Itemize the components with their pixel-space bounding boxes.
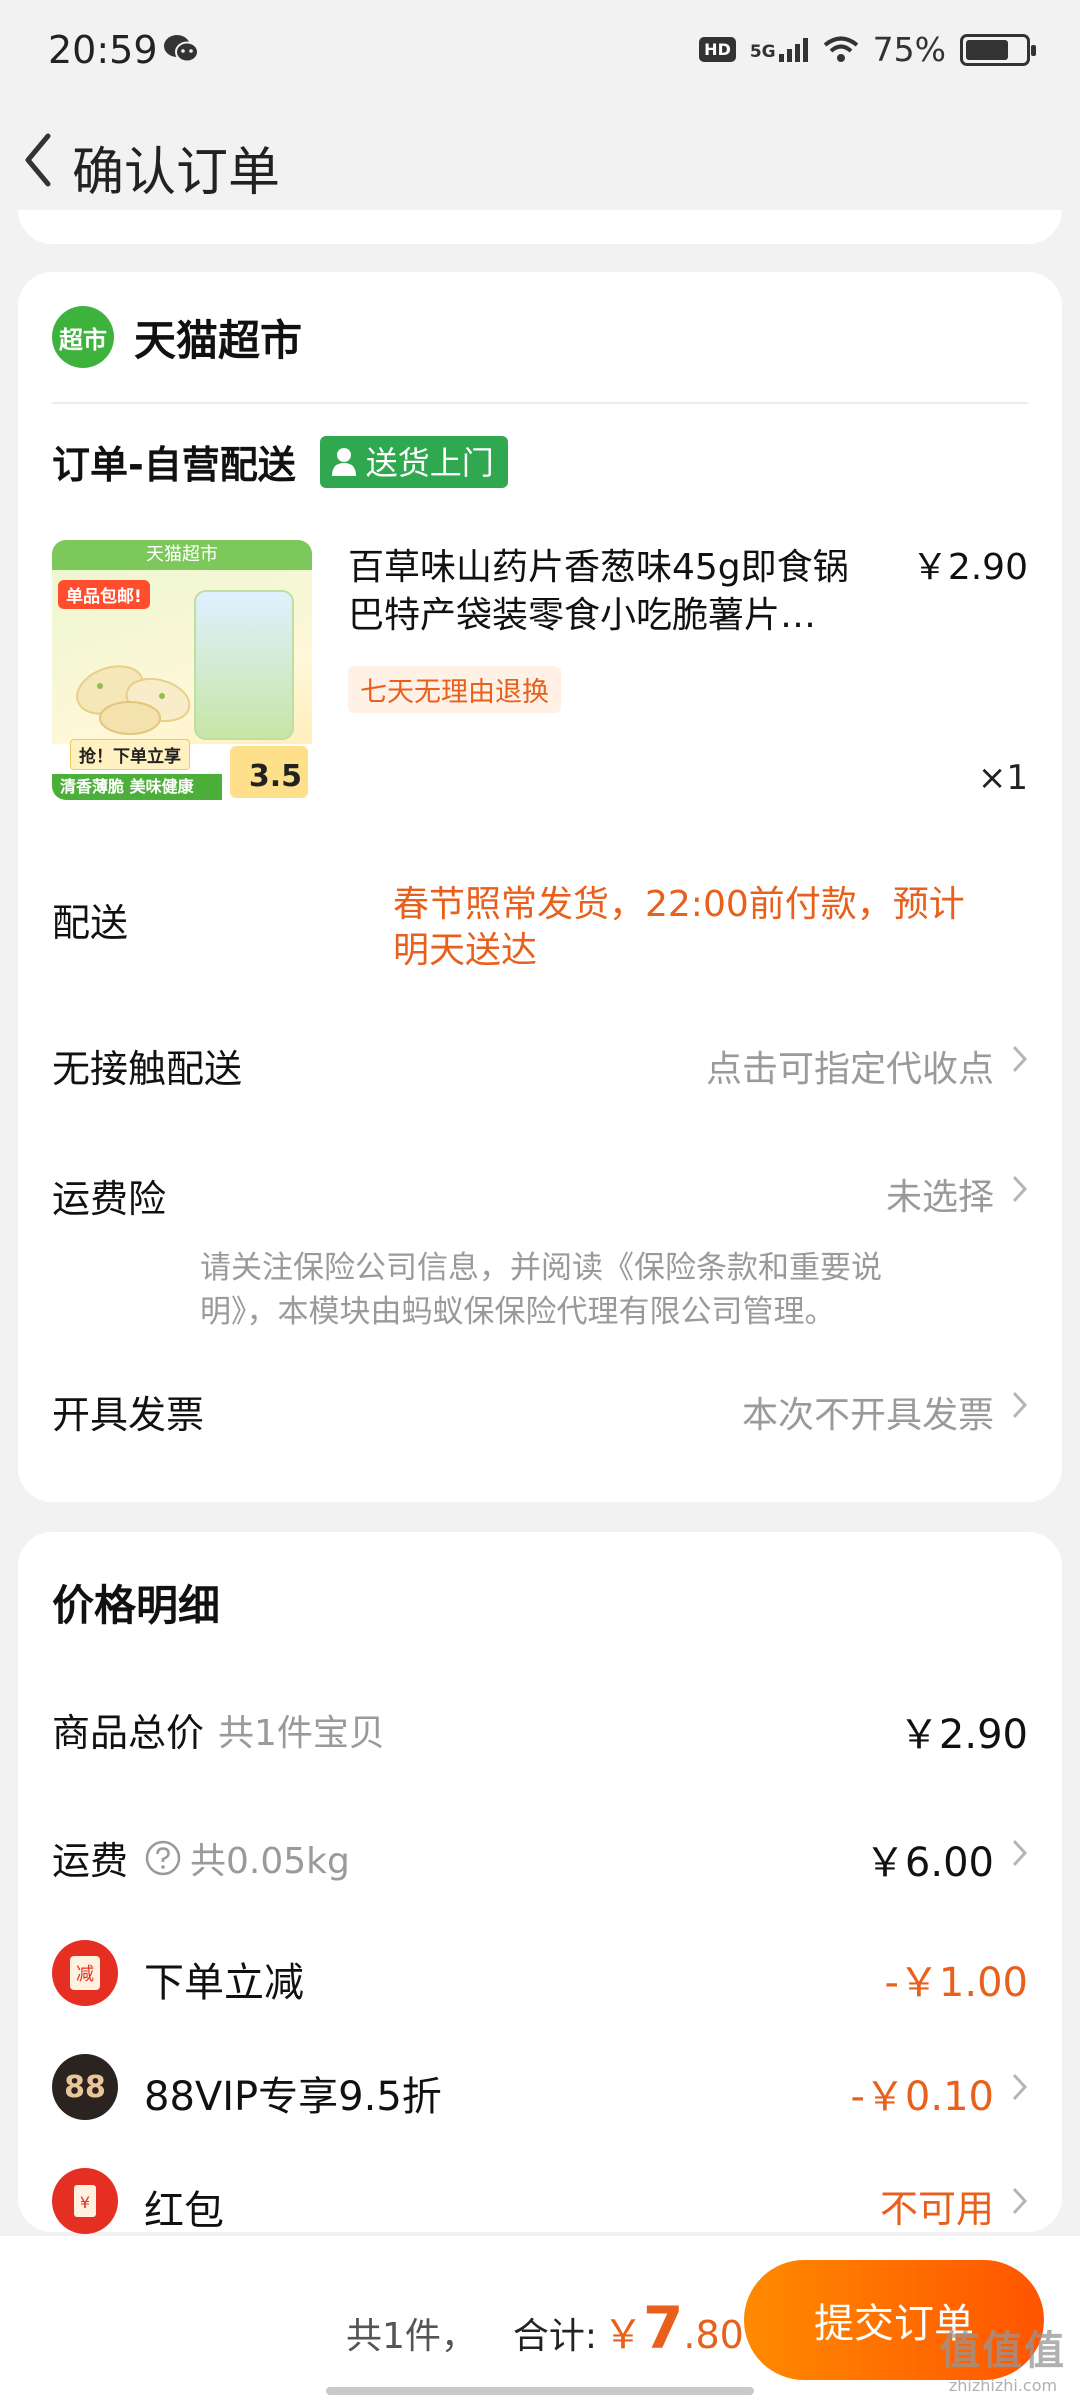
red-packet-label: 红包 bbox=[144, 2188, 224, 2234]
divider bbox=[52, 402, 1028, 404]
image-price: 3.5 bbox=[230, 746, 308, 798]
help-icon[interactable] bbox=[144, 1839, 182, 1877]
freight-weight: 共0.05kg bbox=[190, 1840, 350, 1882]
insurance-note: 请关注保险公司信息，并阅读《保险条款和重要说 明》，本模块由蚂蚁保保险代理有限公… bbox=[200, 1246, 1020, 1334]
product-title-line2: 巴特产袋装零食小吃脆薯片… bbox=[348, 595, 817, 636]
signal-icon bbox=[778, 37, 808, 62]
network-type: 5G bbox=[749, 41, 776, 62]
red-packet-icon: ¥ bbox=[52, 2168, 118, 2234]
contactless-label: 无接触配送 bbox=[52, 1047, 243, 1091]
shipping-value: 春节照常发货，22:00前付款，预计 明天送达 bbox=[393, 882, 1033, 974]
contactless-value: 点击可指定代收点 bbox=[705, 1049, 994, 1090]
freight-value: ￥6.00 bbox=[864, 1840, 994, 1886]
previous-card-edge bbox=[18, 210, 1062, 244]
red-envelope-icon: ¥ bbox=[74, 2185, 96, 2217]
vip-discount-value: -￥0.10 bbox=[850, 2074, 995, 2120]
back-icon[interactable] bbox=[18, 128, 62, 192]
insurance-note-line2: 明》，本模块由蚂蚁保保险代理有限公司管理。 bbox=[200, 1294, 836, 1330]
page-title: 确认订单 bbox=[72, 143, 281, 203]
chevron-right-icon bbox=[1012, 1391, 1028, 1419]
watermark: 值值值 zhizhizhi.com bbox=[940, 2318, 1066, 2395]
coupon-icon: 减 bbox=[70, 1956, 100, 1990]
delivery-badge-label: 送货上门 bbox=[365, 443, 494, 482]
watermark-sub: zhizhizhi.com bbox=[948, 2376, 1058, 2395]
nav-bar: 确认订单 bbox=[0, 100, 1080, 220]
product-title[interactable]: 百草味山药片香葱味45g即食锅 巴特产袋装零食小吃脆薯片… bbox=[348, 544, 868, 640]
insurance-value: 未选择 bbox=[885, 1177, 994, 1218]
insurance-note-line1: 请关注保险公司信息，并阅读《保险条款和重要说 bbox=[200, 1250, 882, 1286]
delivery-badge: 送货上门 bbox=[319, 435, 508, 488]
summary-total-dec: .80 bbox=[683, 2313, 744, 2357]
discount-label: 下单立减 bbox=[144, 1960, 304, 2006]
product-image[interactable]: 天猫超市 单品包邮! 抢！下单立享 清香薄脆 美味健康 3.5 bbox=[52, 540, 312, 800]
insurance-label: 运费险 bbox=[52, 1177, 167, 1221]
freight-text: 运费 bbox=[52, 1839, 129, 1883]
home-indicator[interactable] bbox=[326, 2387, 754, 2395]
status-time: 20:59 bbox=[48, 28, 158, 72]
image-banner: 天猫超市 bbox=[52, 540, 312, 570]
chevron-right-icon bbox=[1012, 2187, 1028, 2215]
battery-fill bbox=[966, 39, 1008, 60]
store-logo: 超市 bbox=[52, 306, 114, 368]
wifi-icon bbox=[823, 36, 858, 62]
image-slogan: 清香薄脆 美味健康 bbox=[52, 774, 222, 800]
discount-icon-text: 减 bbox=[76, 1964, 94, 1985]
store-header[interactable]: 超市 天猫超市 bbox=[52, 306, 302, 368]
shipping-label: 配送 bbox=[52, 901, 129, 945]
status-indicators: HD 5G 75% bbox=[699, 30, 1036, 69]
goods-total-text: 商品总价 bbox=[52, 1711, 205, 1755]
invoice-label: 开具发票 bbox=[52, 1393, 205, 1437]
product-price: ￥2.90 bbox=[911, 547, 1028, 588]
bottom-action-bar: 共1件， 合计: ￥ 7 .80 提交订单 bbox=[0, 2236, 1080, 2400]
red-packet-icon-text: ¥ bbox=[80, 2193, 90, 2212]
chevron-right-icon bbox=[1012, 1175, 1028, 1203]
summary-currency: ￥ bbox=[603, 2312, 644, 2358]
chevron-right-icon bbox=[1012, 1839, 1028, 1867]
status-bar: 20:59 HD 5G 75% bbox=[0, 0, 1080, 100]
chevron-right-icon bbox=[1012, 1045, 1028, 1073]
freight-label: 运费 共0.05kg bbox=[52, 1830, 350, 1885]
hd-badge: HD bbox=[699, 37, 736, 62]
summary-total-int: 7 bbox=[643, 2294, 684, 2362]
image-cta: 抢！下单立享 bbox=[70, 739, 190, 770]
price-detail-card: 价格明细 商品总价 共1件宝贝 ￥2.90 运费 共0.05kg ￥6.00 减… bbox=[18, 1532, 1062, 2234]
return-policy-tag: 七天无理由退换 bbox=[348, 666, 561, 713]
vip-88-icon: 88 bbox=[52, 2054, 118, 2120]
quantity: ×1 bbox=[977, 758, 1028, 798]
goods-count: 共1件宝贝 bbox=[218, 1712, 385, 1754]
discount-icon: 减 bbox=[52, 1940, 118, 2006]
order-type-row: 订单-自营配送 送货上门 bbox=[52, 434, 508, 489]
goods-total-label: 商品总价 共1件宝贝 bbox=[52, 1702, 385, 1757]
order-summary: 共1件， 合计: ￥ 7 .80 bbox=[346, 2294, 744, 2362]
chips-illustration bbox=[76, 665, 191, 735]
shipping-value-line2: 明天送达 bbox=[393, 930, 538, 971]
price-detail-title: 价格明细 bbox=[52, 1581, 221, 1630]
order-card: 超市 天猫超市 订单-自营配送 送货上门 天猫超市 单品包邮! 抢！下单立享 清… bbox=[18, 272, 1062, 1502]
goods-total-value: ￥2.90 bbox=[898, 1712, 1028, 1758]
vip-discount-label: 88VIP专享9.5折 bbox=[144, 2074, 442, 2120]
summary-count: 共1件， bbox=[346, 2316, 477, 2357]
signal-group: 5G bbox=[749, 37, 809, 62]
discount-value: -￥1.00 bbox=[884, 1960, 1029, 2006]
store-name: 天猫超市 bbox=[134, 315, 303, 365]
battery-percent: 75% bbox=[872, 30, 946, 69]
wechat-icon bbox=[164, 35, 199, 63]
person-icon bbox=[331, 447, 356, 476]
invoice-value: 本次不开具发票 bbox=[741, 1395, 994, 1436]
watermark-main: 值值值 bbox=[940, 2328, 1066, 2374]
chevron-right-icon bbox=[1012, 2073, 1028, 2101]
shipping-value-line1: 春节照常发货，22:00前付款，预计 bbox=[393, 884, 965, 925]
image-tag: 单品包邮! bbox=[58, 580, 150, 609]
product-title-line1: 百草味山药片香葱味45g即食锅 bbox=[348, 547, 849, 588]
vip-88-text: 88 bbox=[64, 2069, 106, 2105]
battery-icon bbox=[960, 33, 1036, 66]
order-type-label: 订单-自营配送 bbox=[52, 443, 296, 487]
red-packet-value: 不可用 bbox=[879, 2187, 994, 2231]
summary-total-label: 合计: bbox=[512, 2316, 598, 2357]
product-bag bbox=[194, 590, 294, 740]
